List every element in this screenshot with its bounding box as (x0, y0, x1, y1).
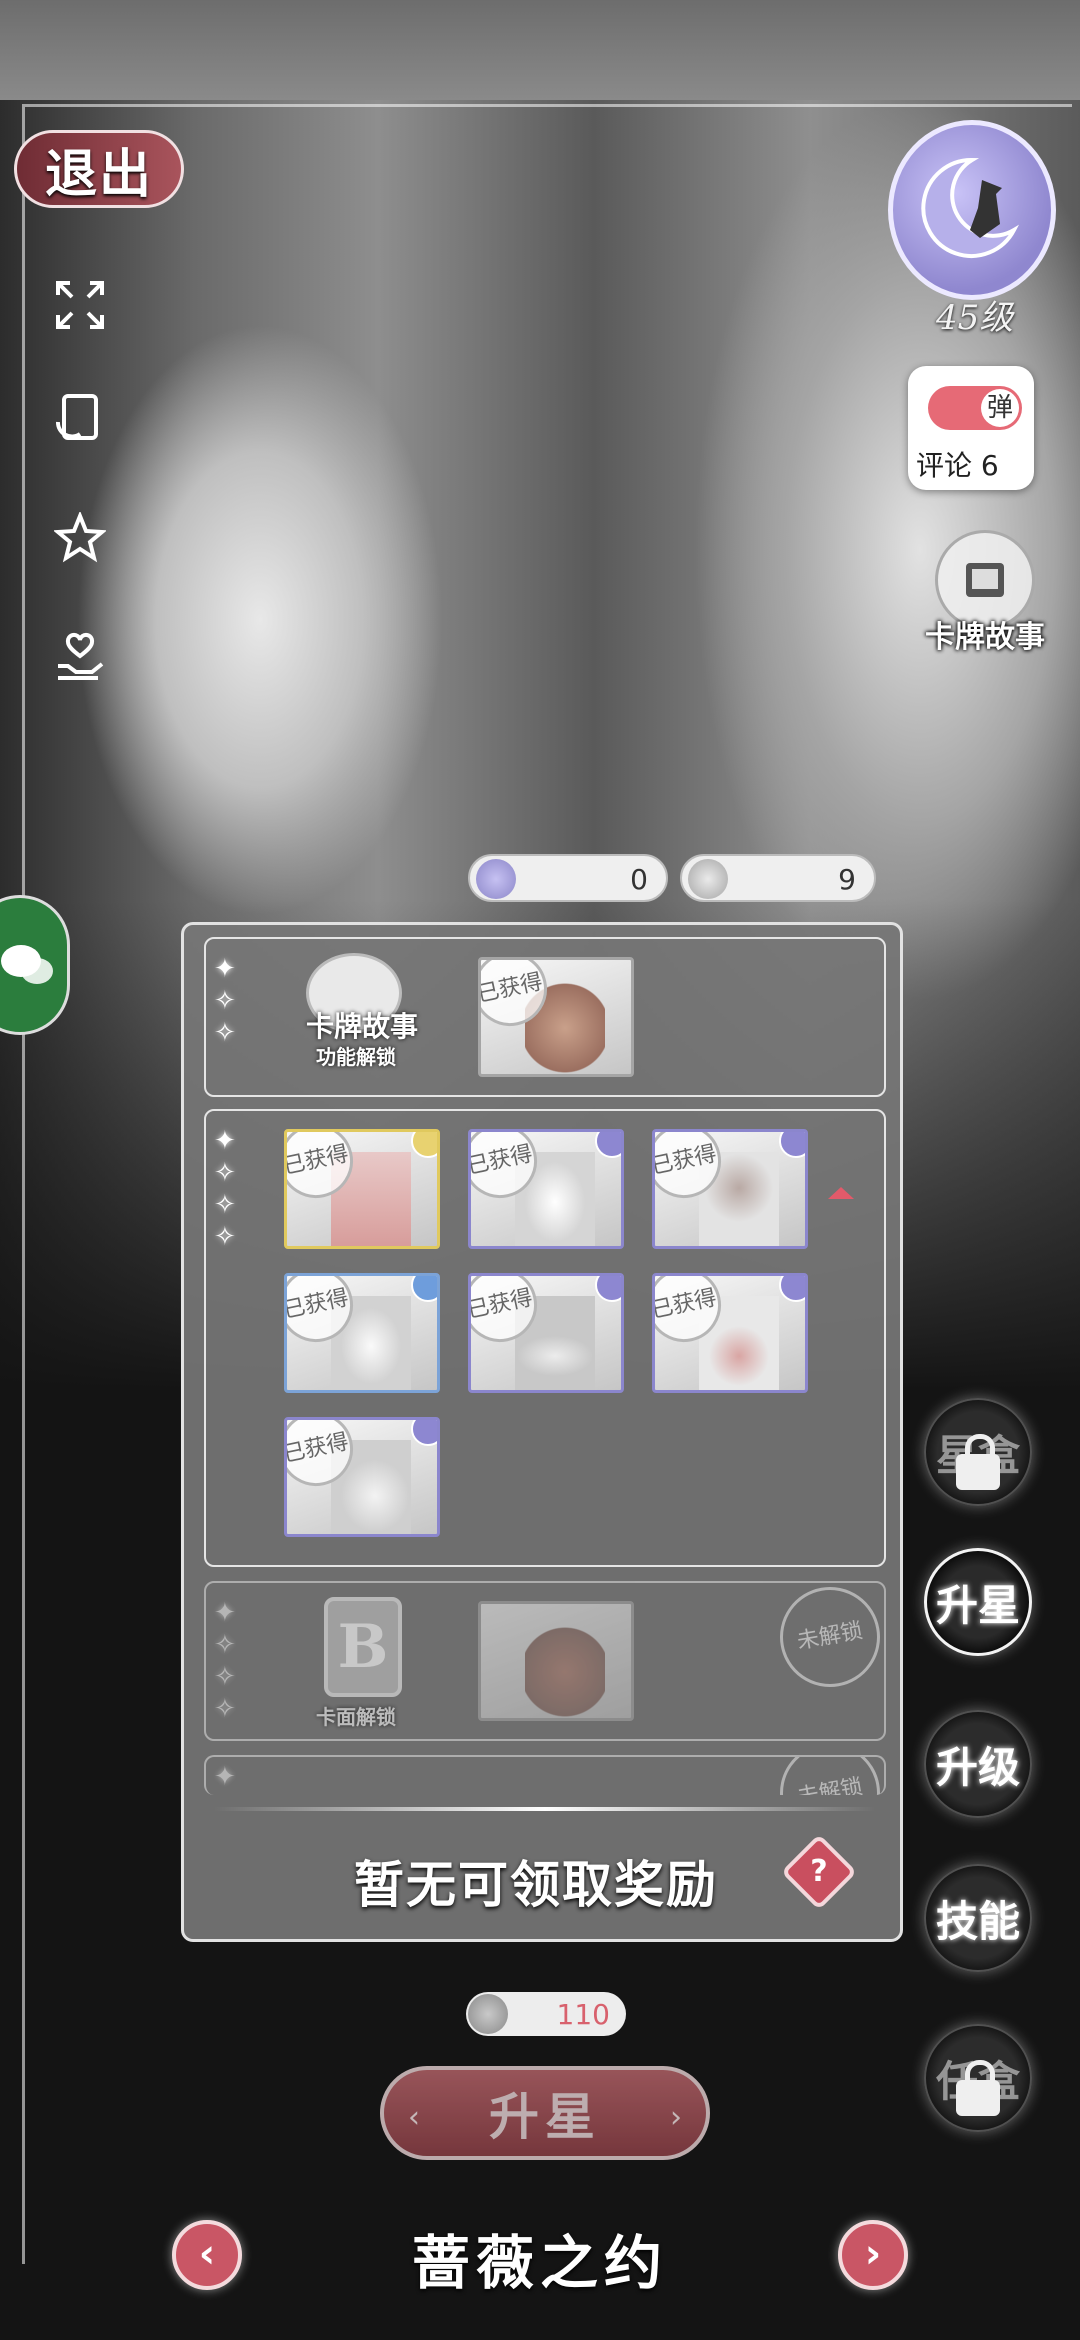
crow-moon-badge[interactable] (888, 120, 1056, 300)
exit-label: 退出 (44, 143, 153, 205)
lock-icon (956, 2060, 1000, 2116)
rarity-icon (595, 1276, 621, 1302)
reward-item[interactable]: 已获得 (468, 1273, 624, 1393)
help-button[interactable]: ? (780, 1833, 858, 1911)
reward-section-4: ✦ 未解锁 (204, 1755, 886, 1795)
upgrade-star-button-label: 升星 (489, 2087, 601, 2146)
reward-section-1: ✦ ✧ ✧ 卡牌故事 功能解锁 已获得 (204, 937, 886, 1097)
section-subtitle: 功能解锁 (316, 1045, 396, 1069)
fragment-currency: 9 (680, 854, 876, 902)
cost-value: 110 (556, 1998, 610, 2031)
rarity-icon (779, 1276, 805, 1302)
lock-icon (956, 1434, 1000, 1490)
heart-hand-icon[interactable] (50, 628, 110, 688)
rotate-card-icon[interactable] (50, 388, 110, 448)
star-rewards-panel: ✦✧✧ 卡牌故事 功能解锁 已获得 ✦✧✧✧ 已获得 已获得 已获得 (181, 922, 903, 1942)
reward-item[interactable]: 已获得 (478, 957, 634, 1077)
upgrade-star-tab-label: 升星 (935, 1580, 1020, 1630)
rarity-icon (779, 1132, 805, 1158)
fragment-count: 9 (838, 863, 856, 896)
danmu-toggle-label: 弹 (981, 389, 1019, 427)
locked-stamp: 未解锁 (772, 1757, 884, 1795)
card-story-label: 卡牌故事 (925, 620, 1045, 655)
level-up-tab-label: 升级 (935, 1742, 1020, 1792)
star-rank-icon: ✦ ✧ ✧ ✧ (214, 1126, 236, 1252)
star-rank-icon: ✦ ✧ ✧ ✧ (214, 1598, 236, 1724)
upgrade-star-button[interactable]: ‹ 升星 › (380, 2066, 710, 2160)
upgrade-cost: 110 (466, 1992, 626, 2036)
collapse-arrow-icon[interactable] (828, 1187, 854, 1199)
card-name: 蔷薇之约 (411, 2229, 668, 2297)
locked-box-button[interactable]: 任盒 (924, 2024, 1032, 2132)
card-fragment-icon (688, 859, 728, 899)
help-icon: ? (810, 1854, 828, 1889)
potion-currency: 0 (468, 854, 668, 902)
reward-item[interactable]: 已获得 (284, 1273, 440, 1393)
comments-count[interactable]: 评论 6 (916, 444, 999, 484)
star-rank-icon: ✦ (214, 1762, 236, 1792)
chat-icon[interactable] (0, 895, 70, 1035)
card-story-button[interactable]: 卡牌故事 (910, 530, 1060, 655)
previous-card-button[interactable]: ‹ (172, 2220, 242, 2290)
reward-section-3: ✦ ✧ ✧ ✧ B 卡面解锁 未解锁 (204, 1579, 888, 1741)
star-favorite-icon[interactable] (50, 508, 110, 568)
reward-item[interactable]: 已获得 (652, 1129, 808, 1249)
rarity-icon (411, 1420, 437, 1446)
reward-item[interactable] (478, 1601, 634, 1721)
rarity-icon (411, 1276, 437, 1302)
star-box-button[interactable]: 星盒 (924, 1398, 1032, 1506)
potion-icon (476, 859, 516, 899)
level-label: 45级 (936, 298, 1014, 338)
skill-tab-label: 技能 (935, 1896, 1020, 1946)
card-rank-badge: B (324, 1597, 402, 1697)
locked-stamp: 未解锁 (772, 1579, 888, 1695)
danmu-toggle[interactable]: 弹 (928, 386, 1022, 430)
rarity-icon (411, 1132, 437, 1158)
potion-count: 0 (630, 863, 648, 896)
skill-tab[interactable]: 技能 (924, 1864, 1032, 1972)
fullscreen-icon[interactable] (50, 275, 110, 335)
star-rank-icon: ✦ ✧ ✧ (214, 954, 236, 1048)
rarity-icon (595, 1132, 621, 1158)
section-title: 卡牌故事 (306, 1010, 419, 1043)
section-subtitle: 卡面解锁 (316, 1705, 396, 1729)
level-up-tab[interactable]: 升级 (924, 1710, 1032, 1818)
card-fragment-icon (468, 1994, 508, 2034)
no-reward-text: 暂无可领取奖励 (354, 1855, 718, 1914)
exit-button[interactable]: 退出 (14, 130, 184, 208)
chevron-left-icon: ‹ (408, 2100, 420, 2135)
upgrade-star-tab[interactable]: 升星 (924, 1548, 1032, 1656)
portrait-thumb (525, 1624, 605, 1718)
reward-item[interactable]: 已获得 (284, 1417, 440, 1537)
reward-item[interactable]: 已获得 (284, 1129, 440, 1249)
reward-item[interactable]: 已获得 (468, 1129, 624, 1249)
chevron-right-icon: › (670, 2100, 682, 2135)
divider (214, 1807, 876, 1811)
reward-section-2: ✦ ✧ ✧ ✧ 已获得 已获得 已获得 已获得 已获得 已获得 已获得 (204, 1109, 886, 1567)
next-card-button[interactable]: › (838, 2220, 908, 2290)
reward-item[interactable]: 已获得 (652, 1273, 808, 1393)
danmu-widget[interactable]: 弹 评论 6 (908, 366, 1034, 490)
